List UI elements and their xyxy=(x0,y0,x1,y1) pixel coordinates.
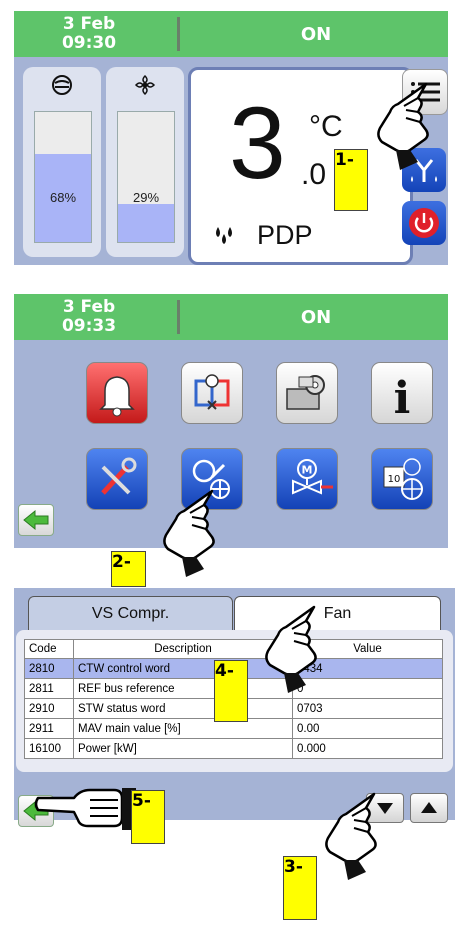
pointing-hand-icon xyxy=(34,788,136,830)
motor-valve-button[interactable]: M xyxy=(276,448,338,510)
power-button[interactable] xyxy=(402,201,446,245)
tools-button[interactable] xyxy=(86,448,148,510)
pdp-value-int: 3 xyxy=(229,86,286,200)
motor-valve-icon: M xyxy=(292,459,333,495)
fan-bar-fill xyxy=(118,204,174,242)
info-icon: i xyxy=(394,373,411,424)
pdp-value-dec: .0 xyxy=(301,158,327,191)
row-value: 0.000 xyxy=(292,738,443,759)
column-header-code: Code xyxy=(24,639,74,659)
back-button[interactable] xyxy=(18,504,54,536)
pdp-unit: °C xyxy=(309,110,343,143)
status-header-2: 3 Feb 09:33 ON xyxy=(14,294,448,340)
svg-text:10: 10 xyxy=(388,474,401,485)
droplets-icon xyxy=(213,225,237,250)
step-label-3: 3- xyxy=(283,856,317,920)
power-icon xyxy=(414,213,434,233)
row-description: Power [kW] xyxy=(73,738,293,759)
info-button[interactable]: i xyxy=(371,362,433,424)
step-label-2: 2- xyxy=(111,551,146,587)
status-text: ON xyxy=(300,24,332,45)
svg-text:i: i xyxy=(394,373,411,423)
status-header: 3 Feb 09:30 ON xyxy=(14,11,448,57)
header-separator xyxy=(177,300,180,334)
alarms-button[interactable] xyxy=(86,362,148,424)
svg-text:M: M xyxy=(302,464,313,477)
fan-icon xyxy=(106,73,184,103)
compressor-icon xyxy=(23,73,101,103)
status-text: ON xyxy=(300,307,332,328)
service-icon xyxy=(286,375,325,410)
compressor-bar: 68% xyxy=(34,111,92,243)
header-separator xyxy=(177,17,180,51)
row-code: 2911 xyxy=(24,718,74,739)
triangle-up-icon xyxy=(421,802,437,813)
row-code: 2910 xyxy=(24,698,74,719)
fan-gauge: 29% xyxy=(106,67,184,257)
circuit-button[interactable] xyxy=(181,362,243,424)
row-value: 0.00 xyxy=(292,718,443,739)
compressor-gauge: 68% xyxy=(23,67,101,257)
calendar-network-icon: 10 xyxy=(383,458,423,500)
table-row[interactable]: 16100 Power [kW] 0.000 xyxy=(24,738,443,759)
header-date: 3 Feb 09:30 xyxy=(61,14,117,53)
row-code: 2810 xyxy=(24,658,74,679)
calendar-network-button[interactable]: 10 xyxy=(371,448,433,510)
tools-icon xyxy=(101,457,137,495)
scroll-up-button[interactable] xyxy=(410,793,448,823)
step-label-4: 4- xyxy=(214,660,248,722)
row-code: 2811 xyxy=(24,678,74,699)
service-button[interactable] xyxy=(276,362,338,424)
main-menu-panel: i M 10 xyxy=(14,340,448,548)
row-code: 16100 xyxy=(24,738,74,759)
row-description: MAV main value [%] xyxy=(73,718,293,739)
tab-vs-compr[interactable]: VS Compr. xyxy=(28,596,233,632)
fan-bar: 29% xyxy=(117,111,175,243)
step-label-5: 5- xyxy=(131,790,165,844)
step-label-1: 1- xyxy=(334,149,368,211)
pointing-hand-icon xyxy=(377,82,429,172)
pdp-label: PDP xyxy=(257,220,313,250)
header-date: 3 Feb 09:33 xyxy=(61,297,117,336)
pointing-hand-icon xyxy=(325,792,377,882)
fan-percent: 29% xyxy=(132,190,160,205)
back-arrow-icon xyxy=(23,509,49,531)
alarm-bell-icon xyxy=(99,376,135,417)
pointing-hand-icon xyxy=(265,605,317,695)
table-header: Code Description Value xyxy=(24,639,443,659)
pointing-hand-icon xyxy=(163,489,215,579)
compressor-percent: 68% xyxy=(49,190,77,205)
circuit-icon xyxy=(194,374,230,410)
